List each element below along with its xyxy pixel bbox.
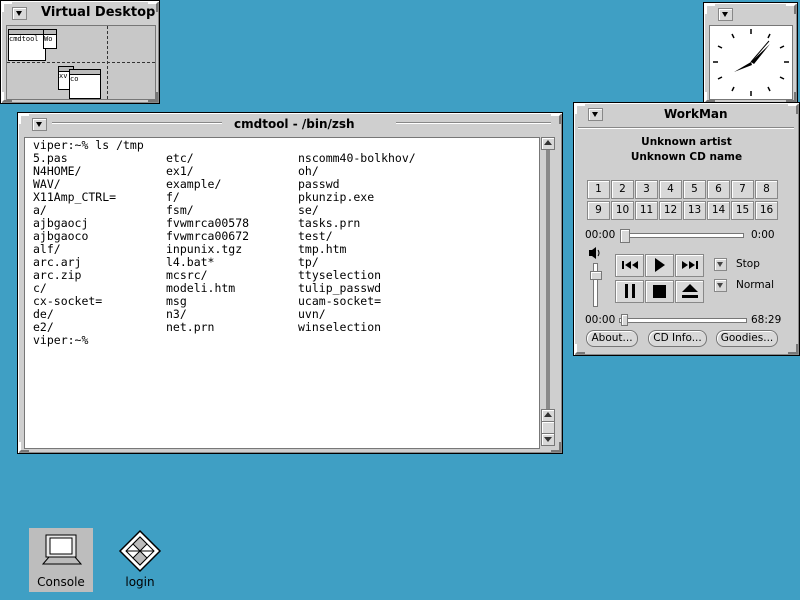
track-button[interactable]: 1 (587, 180, 610, 199)
track-button[interactable]: 3 (635, 180, 658, 199)
next-track-button[interactable] (675, 254, 704, 277)
cd-name-label: Unknown CD name (630, 151, 743, 163)
monitor-icon (42, 534, 82, 565)
track-position-knob[interactable] (620, 229, 630, 243)
cd-time-end: 68:29 (751, 314, 782, 326)
track-button[interactable]: 12 (659, 201, 682, 220)
track-button[interactable]: 6 (707, 180, 730, 199)
speaker-icon (588, 246, 602, 263)
cd-info-button[interactable]: CD Info... (648, 330, 707, 347)
mode-normal-label: Normal (736, 279, 774, 291)
mode-normal-toggle[interactable] (714, 279, 727, 292)
track-button[interactable]: 14 (707, 201, 730, 220)
stop-button[interactable] (645, 280, 674, 303)
track-time-end: 0:00 (751, 229, 775, 241)
mini-window-cmdtool[interactable]: cmdtool (8, 29, 46, 61)
track-time-start: 00:00 (585, 229, 616, 241)
window-menu-button[interactable] (32, 118, 47, 131)
mini-window-label: Wo (44, 35, 53, 43)
previous-track-button[interactable] (615, 254, 644, 277)
track-button[interactable]: 15 (731, 201, 754, 220)
stop-icon (653, 285, 666, 298)
window-menu-button[interactable] (718, 8, 733, 21)
mini-window-label: co (70, 75, 79, 83)
window-menu-button[interactable] (588, 108, 603, 121)
play-icon (654, 258, 665, 272)
pause-button[interactable] (615, 280, 644, 303)
track-button[interactable]: 13 (683, 201, 706, 220)
eject-button[interactable] (675, 280, 704, 303)
file-entry: net.prn (166, 320, 215, 334)
mini-window-label: cmdtool (9, 35, 39, 43)
cd-position-knob[interactable] (621, 314, 628, 326)
track-button[interactable]: 4 (659, 180, 682, 199)
terminal-output[interactable]: viper:~% ls /tmp 5.pas N4HOME/WAV/X11Amp_… (24, 137, 540, 449)
clock-icon (713, 29, 789, 96)
workman-window[interactable]: WorkMan Unknown artist Unknown CD name 1… (573, 102, 800, 356)
login-icon (118, 529, 162, 573)
clock-face (709, 25, 793, 100)
scroll-down-button[interactable] (541, 433, 555, 446)
cmdtool-window[interactable]: cmdtool - /bin/zsh viper:~% ls /tmp 5.pa… (17, 112, 563, 454)
mode-stop-label: Stop (736, 258, 760, 270)
desktop-pager[interactable]: cmdtool Wo xv co (6, 25, 156, 100)
artist-label: Unknown artist (641, 136, 732, 148)
cd-time-start: 00:00 (585, 314, 616, 326)
mini-window-xv-controls[interactable]: co (69, 69, 101, 99)
vertical-scrollbar[interactable] (541, 137, 555, 446)
scroll-top-button[interactable] (541, 137, 555, 150)
track-button[interactable]: 7 (731, 180, 754, 199)
track-position-slider[interactable] (620, 233, 744, 238)
goodies-button[interactable]: Goodies... (716, 330, 778, 347)
next-icon (681, 261, 698, 269)
track-button[interactable]: 11 (635, 201, 658, 220)
terminal-prompt: viper:~% (33, 333, 89, 347)
track-button[interactable]: 8 (755, 180, 778, 199)
login-desktop-icon[interactable]: login (108, 528, 172, 592)
mode-stop-toggle[interactable] (714, 258, 727, 271)
window-menu-button[interactable] (12, 7, 27, 20)
clock-window[interactable] (703, 2, 798, 104)
file-entry: winselection (298, 320, 382, 334)
track-button[interactable]: 16 (755, 201, 778, 220)
pause-icon (624, 284, 635, 298)
track-button[interactable]: 2 (611, 180, 634, 199)
play-button[interactable] (645, 254, 674, 277)
window-title: WorkMan (664, 107, 728, 121)
volume-knob[interactable] (590, 270, 602, 280)
mini-window-label: xv (59, 72, 68, 80)
window-title: cmdtool - /bin/zsh (234, 117, 355, 131)
virtual-desktop-window[interactable]: Virtual Desktop cmdtool Wo xv co (0, 0, 160, 104)
eject-icon (681, 284, 698, 298)
window-title: Virtual Desktop (41, 5, 156, 20)
login-icon-label: login (125, 575, 155, 589)
track-button[interactable]: 10 (611, 201, 634, 220)
track-button[interactable]: 5 (683, 180, 706, 199)
volume-slider[interactable] (593, 263, 598, 307)
console-desktop-icon[interactable]: Console (29, 528, 93, 592)
about-button[interactable]: About... (586, 330, 638, 347)
console-icon-label: Console (37, 575, 85, 589)
track-button[interactable]: 9 (587, 201, 610, 220)
previous-icon (621, 261, 638, 269)
mini-window-workman[interactable]: Wo (43, 29, 57, 49)
cd-position-slider[interactable] (619, 318, 747, 323)
